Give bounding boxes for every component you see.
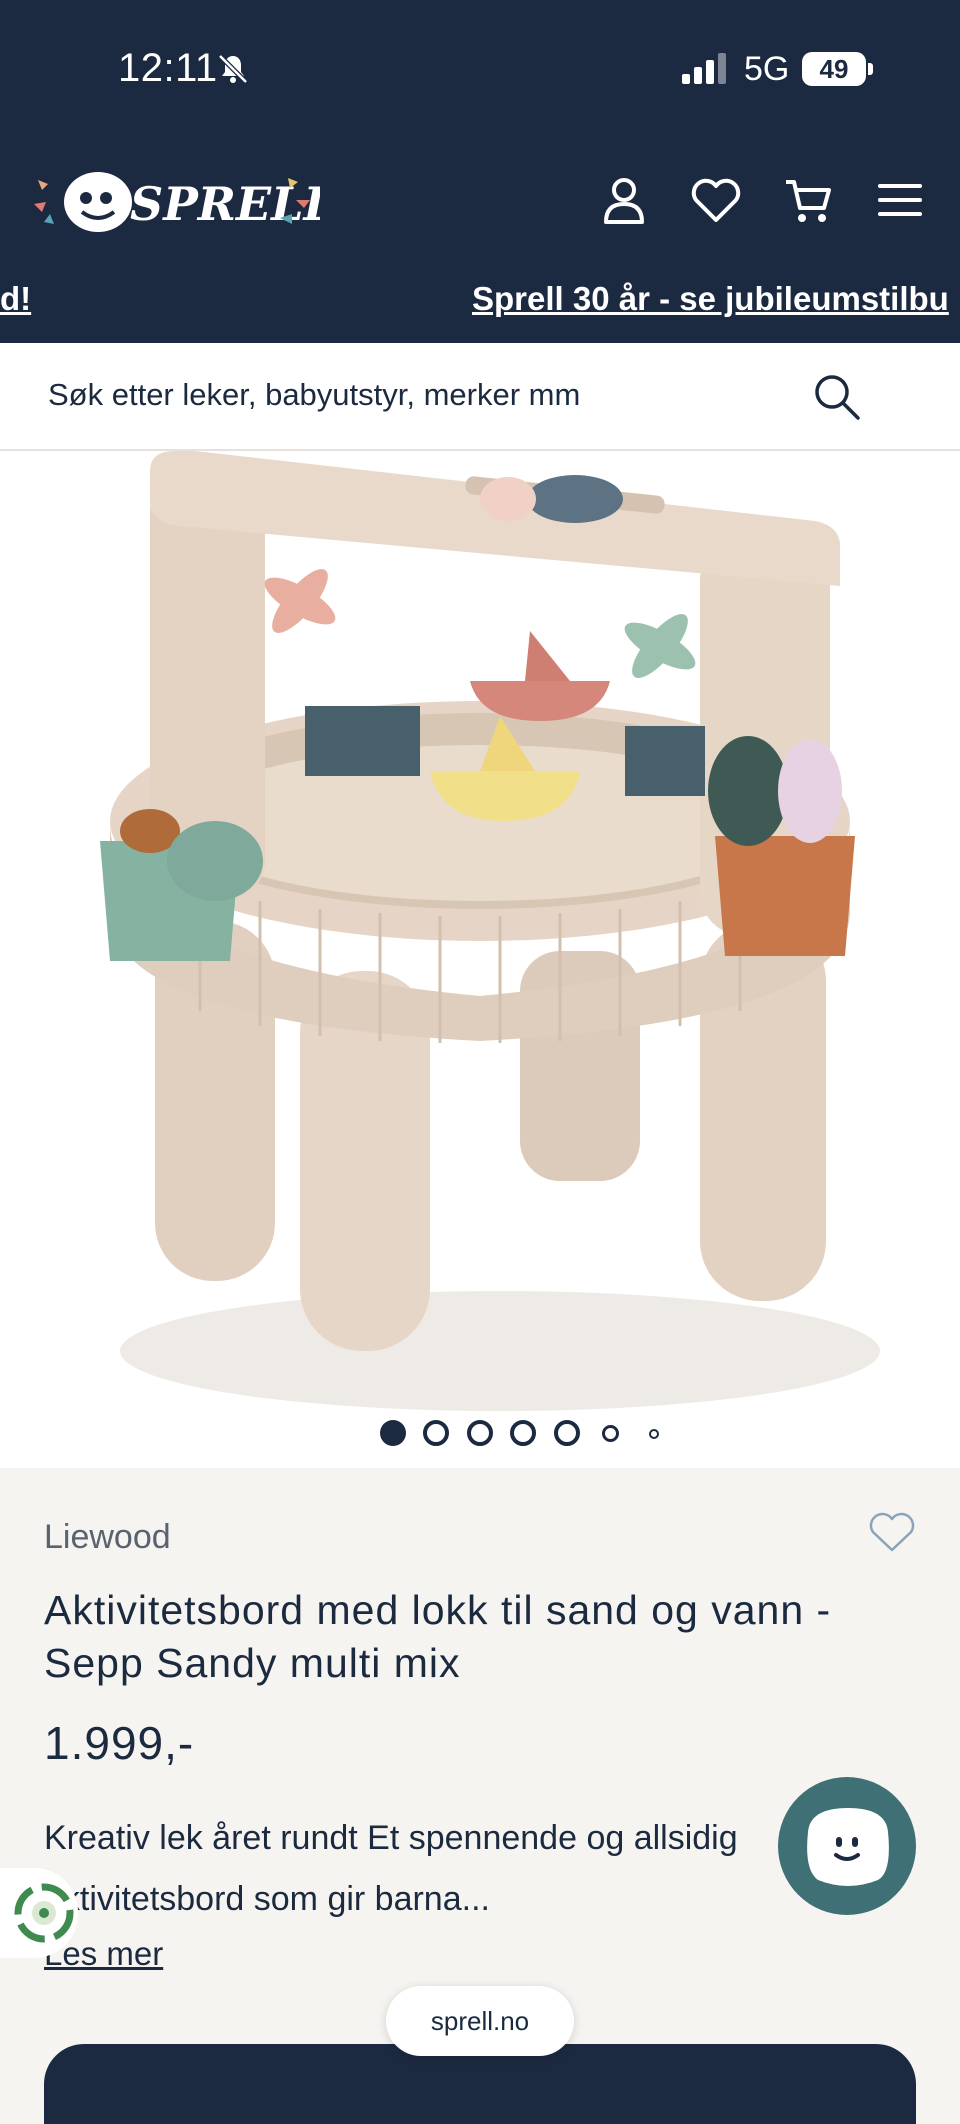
- chat-button[interactable]: [778, 1777, 916, 1915]
- browser-url-pill[interactable]: sprell.no: [386, 1986, 574, 2056]
- menu-hamburger-icon[interactable]: [872, 172, 928, 228]
- status-bar: 12:11 5G 49: [0, 0, 960, 140]
- ticker-text-right[interactable]: Sprell 30 år - se jubileumstilbu: [472, 280, 949, 318]
- muted-bell-icon: [218, 54, 248, 84]
- wishlist-heart-icon[interactable]: [688, 172, 744, 228]
- product-description: Kreativ lek året rundt Et spennende og a…: [44, 1819, 738, 1918]
- favorite-heart-icon[interactable]: [868, 1510, 916, 1554]
- site-header: 12:11 5G 49 SPRELL d! Sprell 30 år - se …: [0, 0, 960, 343]
- gallery-dot-2[interactable]: [423, 1420, 449, 1446]
- recycle-badge[interactable]: [0, 1868, 78, 1958]
- search-icon[interactable]: [812, 372, 862, 422]
- cart-icon[interactable]: [780, 172, 836, 228]
- product-image: [100, 451, 880, 1411]
- gallery-dot-4[interactable]: [510, 1420, 536, 1446]
- gallery-dot-1[interactable]: [380, 1420, 406, 1446]
- sprell-logo[interactable]: SPRELL: [30, 160, 320, 240]
- product-price: 1.999,-: [44, 1717, 195, 1769]
- ticker-text-left[interactable]: d!: [0, 280, 31, 318]
- search-input[interactable]: Søk etter leker, babyutstyr, merker mm: [48, 377, 580, 413]
- battery-indicator: 49: [802, 52, 874, 86]
- gallery-pagination: [0, 1418, 960, 1448]
- promo-ticker[interactable]: d! Sprell 30 år - se jubileumstilbu: [0, 276, 960, 332]
- product-title: Aktivitetsbord med lokk til sand og vann…: [44, 1587, 832, 1686]
- gallery-dot-3[interactable]: [467, 1420, 493, 1446]
- product-brand[interactable]: Liewood: [44, 1518, 171, 1557]
- battery-level: 49: [819, 54, 849, 84]
- gallery-dot-7[interactable]: [649, 1429, 659, 1439]
- cellular-signal-icon: [682, 53, 726, 84]
- product-image-gallery[interactable]: [0, 451, 960, 1468]
- add-to-cart-button[interactable]: [44, 2044, 916, 2124]
- gallery-dot-5[interactable]: [554, 1420, 580, 1446]
- chat-smiley-icon: [807, 1808, 889, 1886]
- account-icon[interactable]: [596, 172, 652, 228]
- gallery-dot-6[interactable]: [602, 1425, 619, 1442]
- recycle-icon: [14, 1883, 74, 1943]
- network-type: 5G: [744, 50, 790, 88]
- status-time: 12:11: [118, 46, 218, 90]
